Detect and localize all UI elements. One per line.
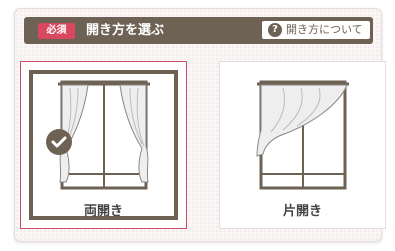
single-curtain-icon bbox=[256, 80, 349, 190]
help-link-label: 開き方について bbox=[286, 23, 363, 36]
opening-type-panel: 必須 開き方を選ぶ ? 開き方について 両開き 片開き bbox=[14, 8, 386, 242]
section-header: 必須 開き方を選ぶ ? 開き方について bbox=[24, 17, 373, 44]
required-badge: 必須 bbox=[38, 23, 75, 39]
option-label: 両開き bbox=[83, 204, 123, 219]
section-title: 開き方を選ぶ bbox=[86, 23, 165, 38]
option-label: 片開き bbox=[282, 204, 322, 219]
option-double-opening[interactable]: 両開き bbox=[20, 61, 187, 229]
check-icon bbox=[46, 129, 72, 155]
question-circle-icon: ? bbox=[268, 23, 282, 37]
help-link-button[interactable]: ? 開き方について bbox=[262, 21, 370, 39]
option-single-opening[interactable]: 片開き bbox=[219, 61, 386, 229]
